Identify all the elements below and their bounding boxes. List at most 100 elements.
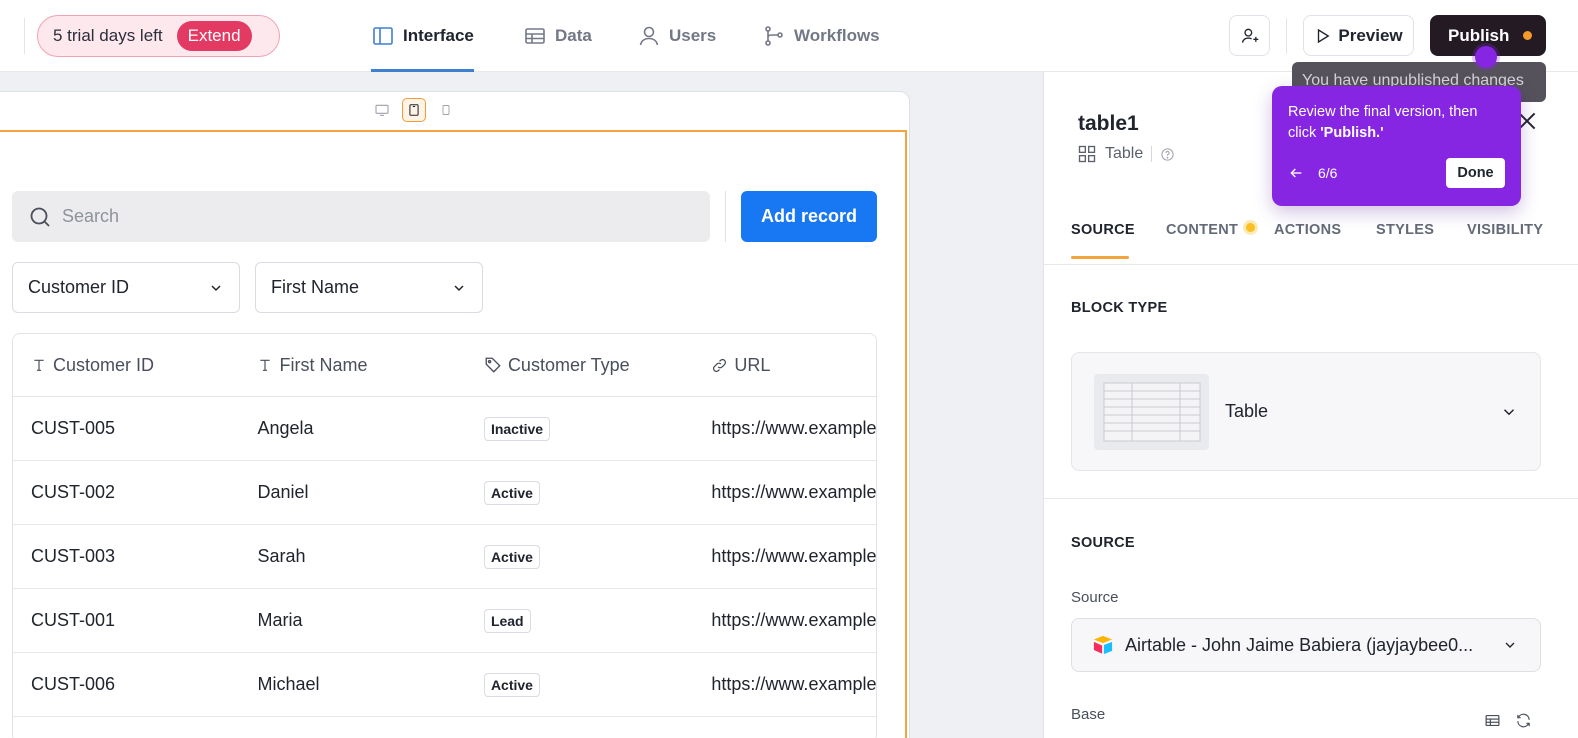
cell-first-name: Angela (257, 418, 314, 438)
tour-message: Review the final version, then click 'Pu… (1288, 102, 1505, 144)
tour-done-button[interactable]: Done (1446, 158, 1505, 188)
active-tab-indicator (1071, 256, 1129, 259)
workflow-icon (765, 26, 783, 46)
table-row[interactable]: CUST-001 Maria Lead https://www.example.… (13, 589, 876, 653)
desktop-icon (375, 104, 389, 116)
play-icon (1318, 28, 1330, 43)
tab-content[interactable]: CONTENT (1166, 222, 1238, 238)
table-row[interactable]: CUST-003 Sarah Active https://www.exampl… (13, 525, 876, 589)
table-preview-icon (1103, 382, 1200, 441)
cell-customer-type: Inactive (468, 416, 695, 441)
extend-trial-button[interactable]: Extend (176, 21, 252, 51)
status-badge: Lead (483, 608, 531, 633)
refresh-icon[interactable] (1515, 712, 1532, 729)
panel-tabs: SOURCE CONTENT ACTIONS STYLES VISIBILITY (1044, 212, 1578, 265)
column-label: Customer Type (507, 354, 630, 375)
airtable-logo-icon (1093, 635, 1113, 655)
divider (1044, 498, 1578, 499)
column-header-customer-id[interactable]: Customer ID (13, 355, 240, 376)
add-record-button[interactable]: Add record (741, 191, 877, 242)
search-input[interactable] (62, 206, 662, 227)
mobile-icon (442, 105, 450, 115)
table-row[interactable]: CUST-006 Michael Active https://www.exam… (13, 653, 876, 717)
tour-step-counter: 6/6 (1318, 165, 1338, 181)
tab-visibility[interactable]: VISIBILITY (1467, 222, 1543, 238)
block-title[interactable]: table1 (1078, 112, 1139, 136)
tab-label: Interface (403, 26, 474, 45)
column-header-customer-type[interactable]: Customer Type (468, 355, 695, 376)
records-table: Customer ID First Name Customer Type URL… (12, 333, 877, 738)
trial-banner: 5 trial days left Extend (37, 15, 280, 57)
filter-first-name[interactable]: First Name (255, 262, 483, 313)
cell-url: https://www.example.com (711, 482, 876, 502)
tab-label: Users (669, 26, 717, 45)
preview-button[interactable]: Preview (1303, 15, 1414, 56)
tab-styles[interactable]: STYLES (1376, 222, 1434, 238)
tablet-icon (409, 104, 419, 116)
column-label: First Name (279, 354, 368, 375)
desktop-view-button[interactable] (370, 98, 394, 122)
grid-icon (1078, 145, 1096, 163)
cell-url: https://www.example.com (711, 610, 876, 630)
invite-user-button[interactable] (1229, 15, 1270, 56)
status-badge: Active (483, 544, 540, 569)
tab-source[interactable]: SOURCE (1071, 222, 1135, 238)
cell-url: https://www.example.com (711, 546, 876, 566)
mobile-view-button[interactable] (434, 98, 458, 122)
cell-first-name: Maria (257, 610, 303, 630)
content-tab-notification-dot (1246, 223, 1255, 232)
cell-customer-id: CUST-003 (31, 546, 116, 566)
divider (1286, 18, 1287, 54)
cell-customer-id: CUST-002 (31, 482, 116, 502)
tab-interface[interactable]: Interface (371, 0, 474, 72)
preview-label: Preview (1338, 25, 1403, 45)
publish-label: Publish (1448, 25, 1510, 45)
tab-users[interactable]: Users (637, 0, 716, 72)
table-icon (525, 28, 545, 44)
table-row[interactable]: CUST-002 Daniel Active https://www.examp… (13, 461, 876, 525)
cell-url: https://www.example.com (711, 418, 876, 438)
table-row[interactable]: CUST-005 Angela Inactive https://www.exa… (13, 397, 876, 461)
tablet-view-button[interactable] (402, 98, 426, 122)
filter-customer-id[interactable]: Customer ID (12, 262, 240, 313)
link-icon (713, 358, 727, 372)
onboarding-tour-popover: Review the final version, then click 'Pu… (1272, 86, 1521, 206)
source-heading: SOURCE (1071, 535, 1135, 551)
column-label: Customer ID (53, 354, 155, 375)
cell-customer-type: Active (468, 672, 695, 697)
column-header-first-name[interactable]: First Name (240, 355, 467, 376)
chevron-down-icon (1505, 642, 1515, 648)
divider (24, 18, 25, 54)
help-icon[interactable] (1160, 147, 1175, 162)
status-badge: Inactive (483, 416, 551, 441)
divider (1151, 146, 1153, 162)
tour-beacon[interactable] (1475, 46, 1497, 68)
add-user-icon (1241, 28, 1258, 43)
cell-customer-type: Active (468, 480, 695, 505)
arrow-left-icon[interactable] (1288, 165, 1304, 181)
block-type-value: Table (1225, 401, 1269, 421)
tour-message-emphasis: 'Publish.' (1320, 125, 1384, 141)
block-type-select[interactable]: Table (1071, 352, 1541, 471)
source-value: Airtable - John Jaime Babiera (jayjaybee… (1125, 634, 1474, 655)
source-select[interactable]: Airtable - John Jaime Babiera (jayjaybee… (1071, 618, 1541, 672)
cell-customer-id: CUST-006 (31, 674, 116, 694)
base-field-label: Base (1071, 706, 1106, 723)
tab-workflows[interactable]: Workflows (762, 0, 880, 72)
filter-label: Customer ID (28, 277, 130, 297)
table-thumbnail (1094, 373, 1209, 450)
cell-customer-id: CUST-001 (31, 610, 116, 630)
table-icon[interactable] (1484, 712, 1501, 729)
column-header-url[interactable]: URL (695, 355, 876, 376)
tab-data[interactable]: Data (523, 0, 592, 72)
device-switcher (370, 98, 458, 122)
tab-label: Data (555, 26, 592, 45)
tab-actions[interactable]: ACTIONS (1274, 222, 1341, 238)
search-box[interactable] (12, 191, 710, 242)
cell-customer-type: Lead (468, 608, 695, 633)
layout-sidebar-icon (373, 27, 393, 45)
tag-icon (485, 357, 501, 373)
source-field-label: Source (1071, 589, 1119, 606)
cell-url: https://www.example.com (711, 674, 876, 694)
tour-footer: 6/6 Done (1288, 158, 1505, 188)
